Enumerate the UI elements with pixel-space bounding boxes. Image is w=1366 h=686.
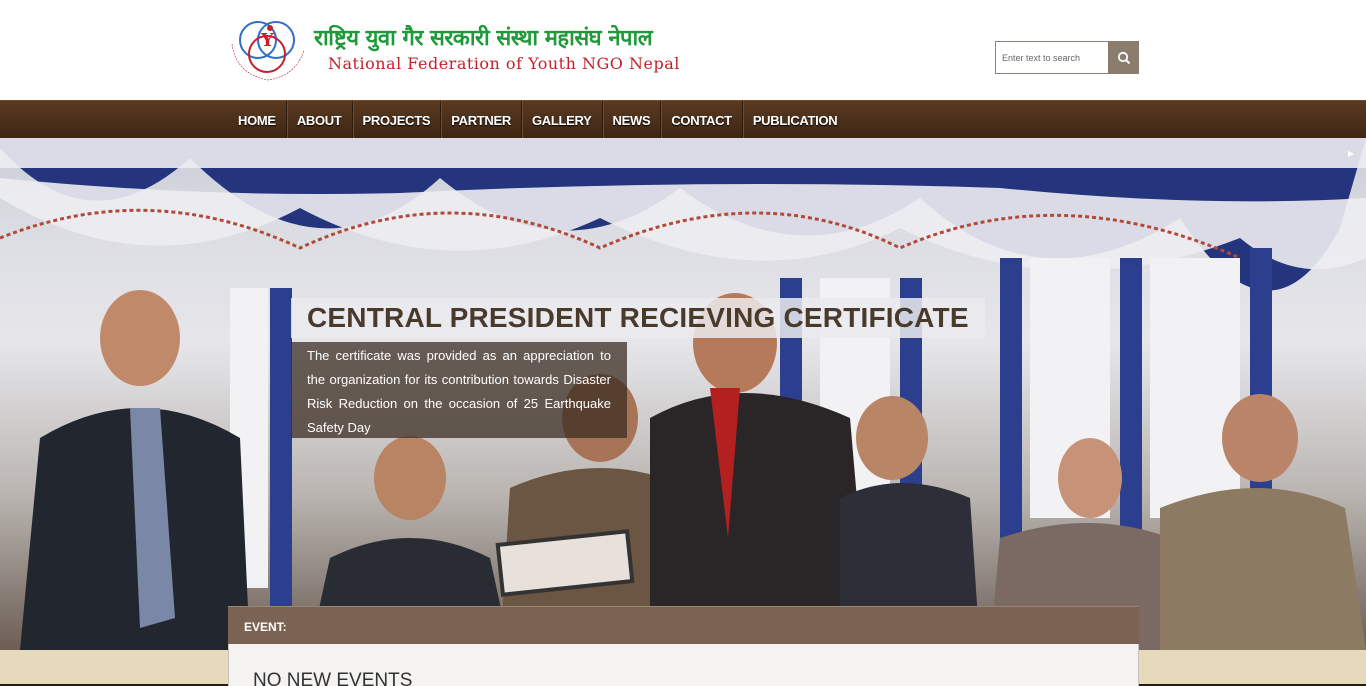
event-panel: NO NEW EVENTS xyxy=(228,644,1139,686)
search-button[interactable] xyxy=(1108,41,1139,74)
search-input[interactable] xyxy=(995,41,1108,74)
slide-caption-title: CENTRAL PRESIDENT RECIEVING CERTIFICATE xyxy=(291,298,985,338)
svg-text:Y: Y xyxy=(260,30,275,51)
nav-item-projects[interactable]: PROJECTS xyxy=(353,101,442,139)
nav-item-gallery[interactable]: GALLERY xyxy=(522,101,603,139)
site-title-nepali[interactable]: राष्ट्रिय युवा गैर सरकारी संस्था महासंघ … xyxy=(314,22,653,52)
main-nav: HOME ABOUT PROJECTS PARTNER GALLERY NEWS… xyxy=(0,100,1366,139)
nav-item-news[interactable]: NEWS xyxy=(603,101,662,139)
nav-item-about[interactable]: ABOUT xyxy=(287,101,353,139)
search-icon xyxy=(1117,51,1130,64)
nav-item-contact[interactable]: CONTACT xyxy=(661,101,743,139)
hero-slider[interactable]: ▸ CENTRAL PRESIDENT RECIEVING CERTIFICAT… xyxy=(0,138,1366,650)
site-header: Y राष्ट्रिय युवा गैर सरकारी संस्था महासं… xyxy=(0,0,1366,100)
no-events-text: NO NEW EVENTS xyxy=(253,670,413,686)
nav-item-home[interactable]: HOME xyxy=(228,101,287,139)
slide-caption-description: The certificate was provided as an appre… xyxy=(291,342,627,438)
site-logo[interactable]: Y xyxy=(228,14,308,86)
logo-rings-icon: Y xyxy=(231,21,305,81)
nav-item-partner[interactable]: PARTNER xyxy=(441,101,522,139)
chevron-right-icon[interactable]: ▸ xyxy=(1348,146,1358,160)
search-form xyxy=(995,41,1139,74)
event-label: EVENT: xyxy=(244,620,287,634)
event-header: EVENT: xyxy=(228,606,1139,644)
nav-item-publication[interactable]: PUBLICATION xyxy=(743,101,848,139)
site-title-english[interactable]: National Federation of Youth NGO Nepal xyxy=(328,54,680,73)
slide-photo xyxy=(0,138,1366,650)
